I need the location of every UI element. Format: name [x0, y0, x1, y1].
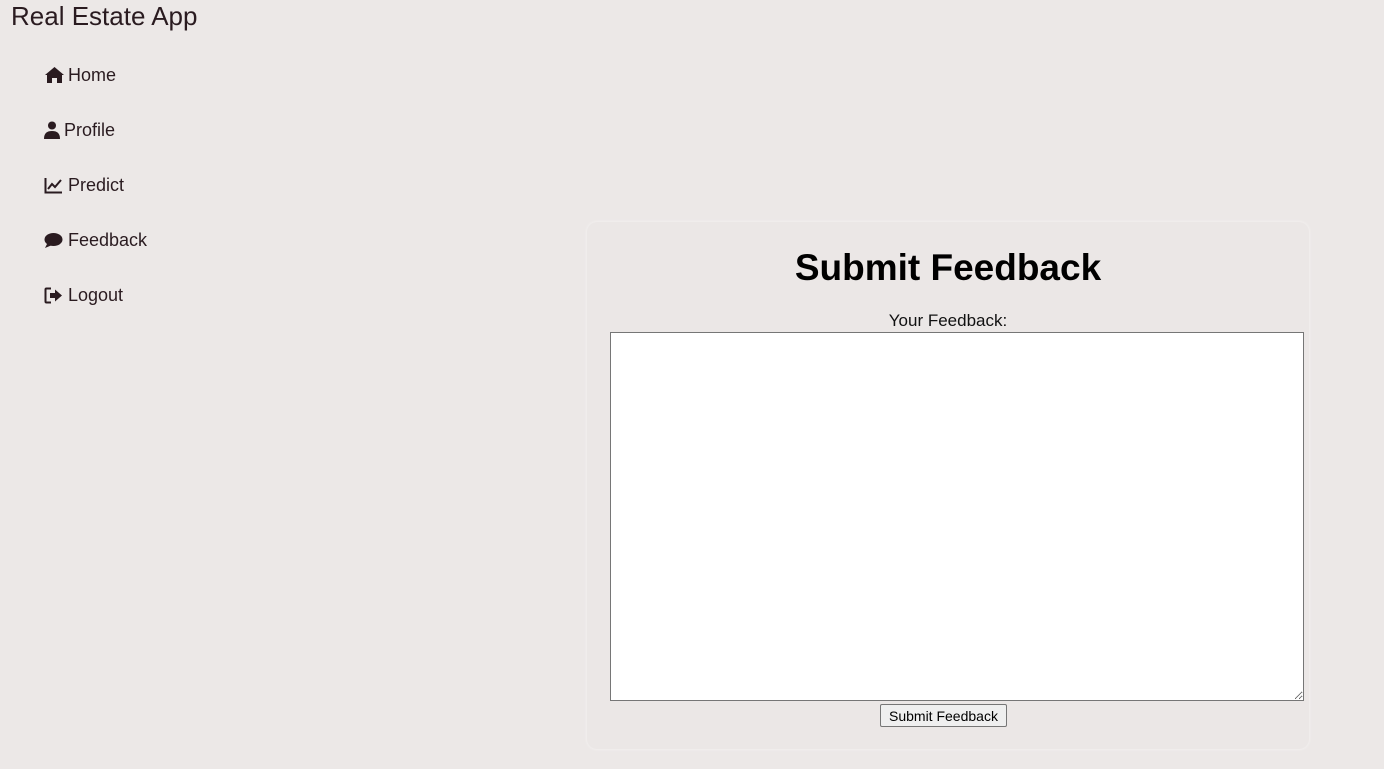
- sidebar-item-label: Logout: [68, 284, 124, 305]
- sign-out-icon: [44, 285, 66, 305]
- sidebar-nav: Home Profile Predict Feedback Logout: [44, 60, 244, 335]
- user-icon: [44, 120, 62, 140]
- sidebar-item-feedback[interactable]: Feedback: [44, 225, 244, 255]
- feedback-label: Your Feedback:: [888, 311, 1008, 330]
- sidebar-item-label: Home: [68, 64, 117, 85]
- feedback-textarea[interactable]: [610, 332, 1304, 701]
- sidebar-item-predict[interactable]: Predict: [44, 170, 244, 200]
- line-chart-icon: [44, 175, 66, 195]
- home-icon: [44, 65, 66, 85]
- page-title: Submit Feedback: [794, 247, 1102, 288]
- sidebar-item-label: Predict: [68, 174, 125, 195]
- sidebar-item-home[interactable]: Home: [44, 60, 244, 90]
- sidebar-item-logout[interactable]: Logout: [44, 280, 244, 310]
- app-title: Real Estate App: [11, 1, 198, 31]
- sidebar-item-profile[interactable]: Profile: [44, 115, 244, 145]
- comment-icon: [44, 230, 66, 250]
- submit-feedback-button[interactable]: Submit Feedback: [880, 704, 1007, 727]
- sidebar-item-label: Profile: [64, 119, 116, 140]
- sidebar-item-label: Feedback: [68, 229, 148, 250]
- feedback-panel: Submit Feedback Your Feedback: Submit Fe…: [587, 222, 1309, 749]
